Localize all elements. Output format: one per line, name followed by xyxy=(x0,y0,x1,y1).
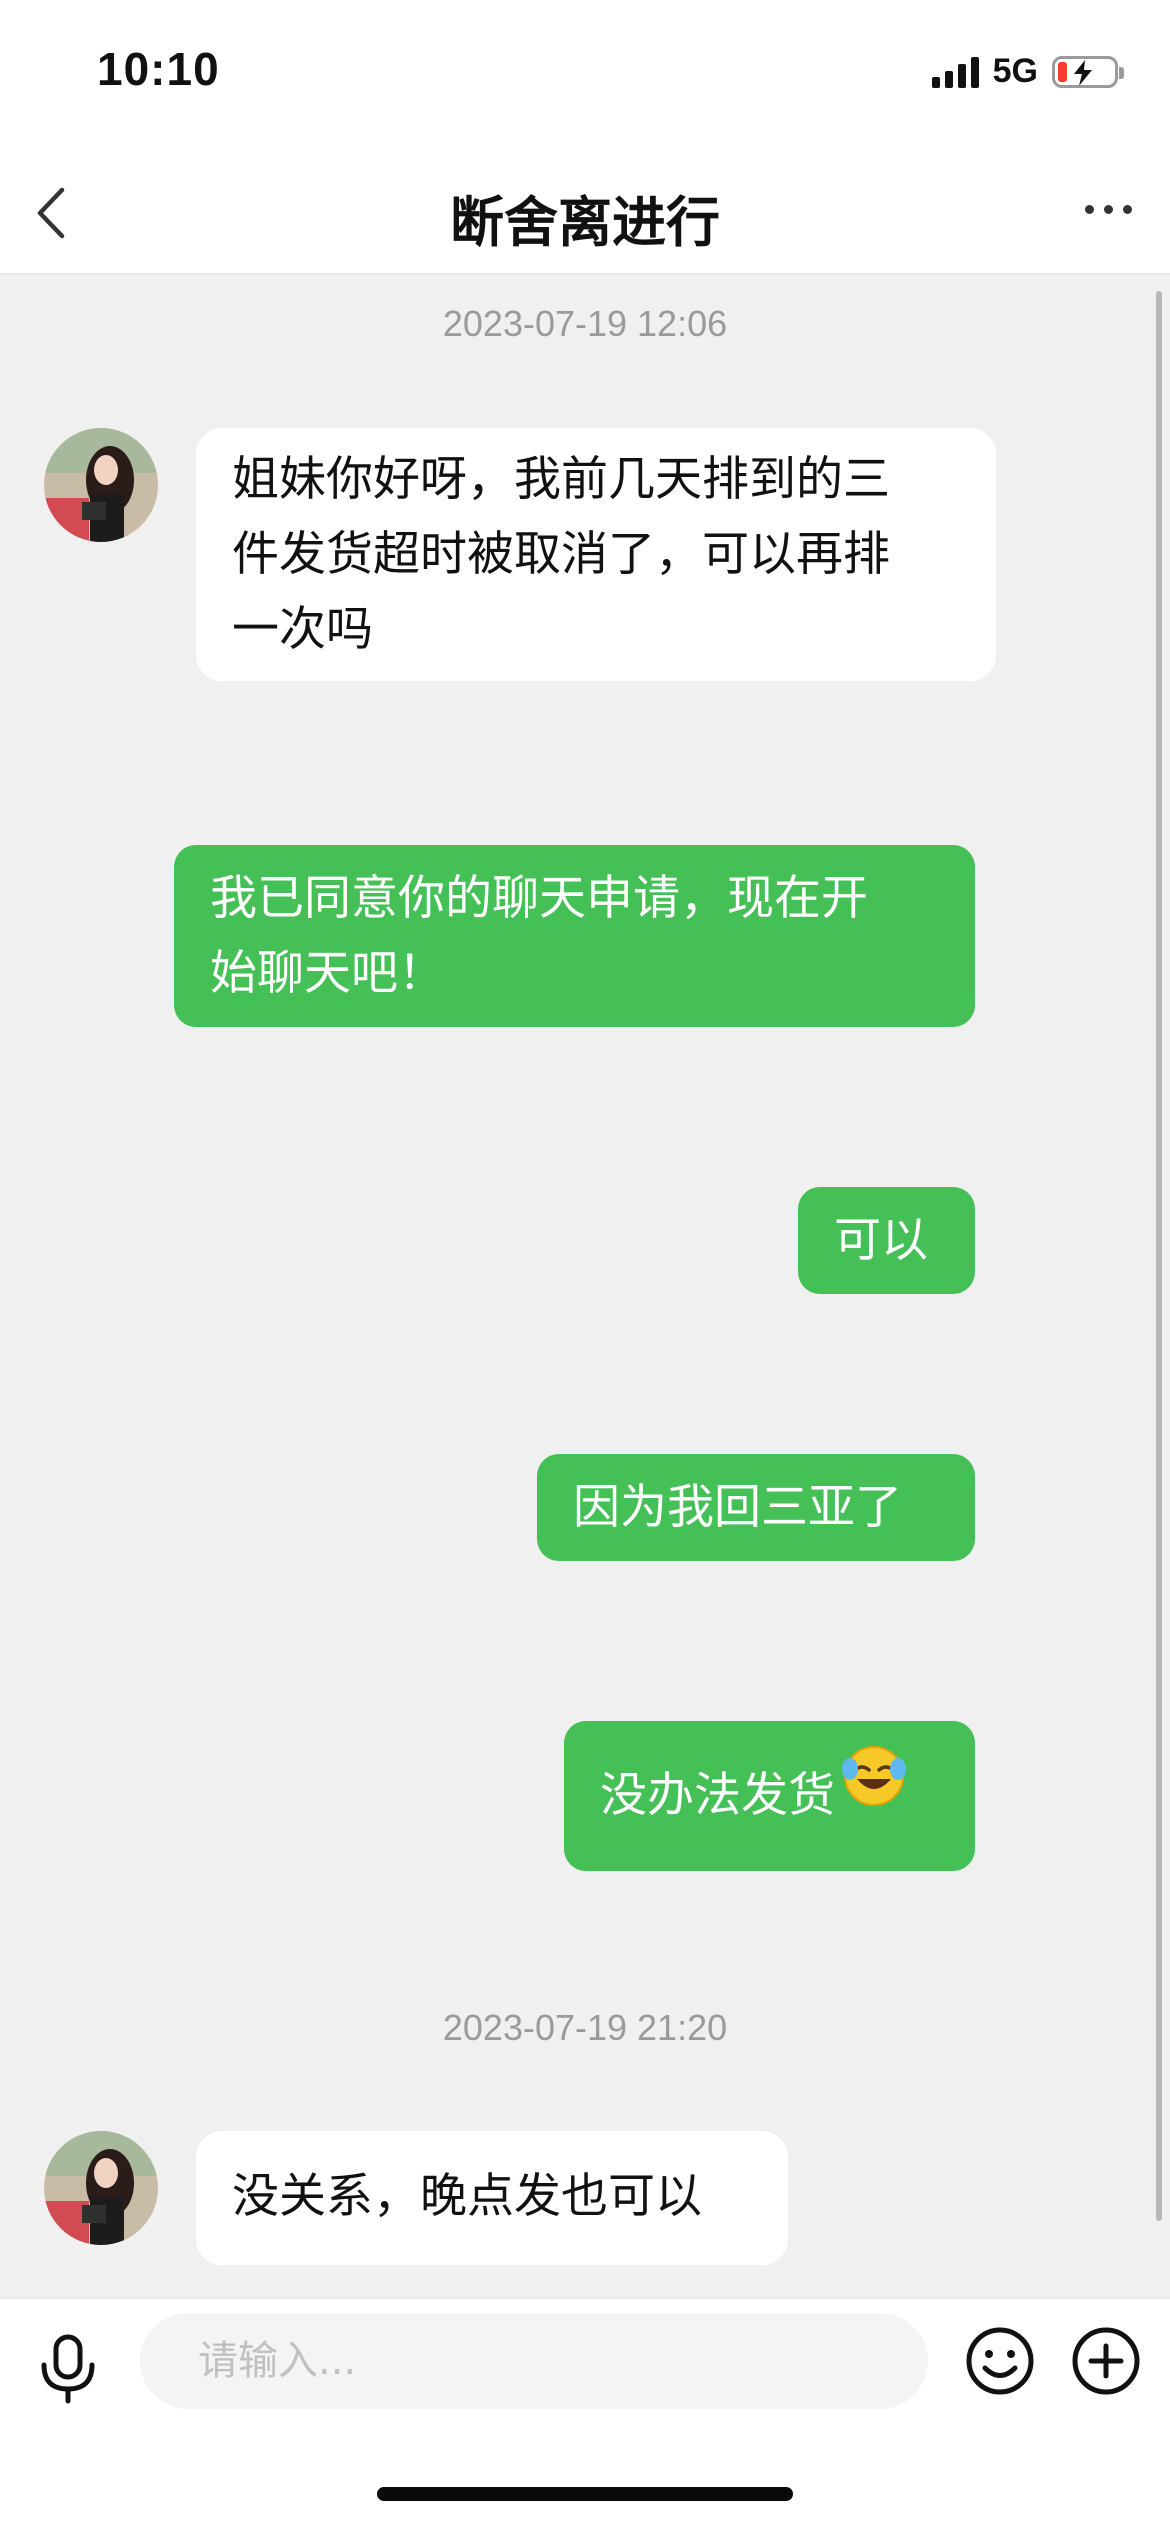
battery-icon xyxy=(1052,55,1124,88)
message-bubble-outgoing[interactable]: 因为我回三亚了 xyxy=(537,1454,975,1561)
more-options-icon[interactable] xyxy=(1085,205,1132,214)
chat-area[interactable]: 2023-07-19 12:06 姐妹你好呀，我前几天排到的三 件发货超时被取消… xyxy=(0,273,1170,2298)
message-input[interactable] xyxy=(140,2313,928,2409)
status-icons: 5G xyxy=(931,52,1124,91)
message-bubble-incoming[interactable]: 姐妹你好呀，我前几天排到的三 件发货超时被取消了，可以再排 一次吗 xyxy=(196,428,996,681)
message-bubble-outgoing[interactable]: 我已同意你的聊天申请，现在开 始聊天吧！ xyxy=(174,845,975,1027)
emoji-icon[interactable] xyxy=(964,2325,1036,2401)
message-text: 因为我回三亚了 xyxy=(573,1480,902,1535)
status-time: 10:10 xyxy=(97,43,220,95)
message-text: 没办法发货 xyxy=(600,1768,835,1823)
status-bar: 10:10 5G xyxy=(0,0,1170,150)
add-icon[interactable] xyxy=(1070,2325,1142,2401)
message-text: 可以 xyxy=(834,1213,928,1268)
timestamp: 2023-07-19 21:20 xyxy=(442,2007,728,2048)
message-bubble-outgoing[interactable]: 可以 xyxy=(798,1187,975,1294)
microphone-icon[interactable] xyxy=(36,2333,100,2409)
home-indicator[interactable] xyxy=(377,2487,793,2501)
message-line: 始聊天吧！ xyxy=(210,946,445,1001)
message-bubble-outgoing[interactable]: 没办法发货 xyxy=(564,1721,975,1871)
network-type: 5G xyxy=(992,52,1038,90)
timestamp: 2023-07-19 12:06 xyxy=(442,303,728,344)
message-bubble-incoming[interactable]: 没关系，晚点发也可以 xyxy=(196,2131,788,2265)
nav-bar: 断舍离进行 xyxy=(0,150,1170,274)
laughing-crying-emoji-icon xyxy=(841,1735,907,1853)
avatar[interactable] xyxy=(44,428,158,542)
signal-icon xyxy=(931,56,979,88)
scrollbar[interactable] xyxy=(1156,291,1162,2221)
message-line: 我已同意你的聊天申请，现在开 xyxy=(210,871,868,926)
message-text: 没关系，晚点发也可以 xyxy=(232,2169,702,2224)
chat-title: 断舍离进行 xyxy=(450,191,720,254)
message-line: 件发货超时被取消了，可以再排 xyxy=(232,527,890,582)
avatar[interactable] xyxy=(44,2131,158,2245)
message-line: 姐妹你好呀，我前几天排到的三 xyxy=(232,452,890,507)
message-line: 一次吗 xyxy=(232,602,373,657)
